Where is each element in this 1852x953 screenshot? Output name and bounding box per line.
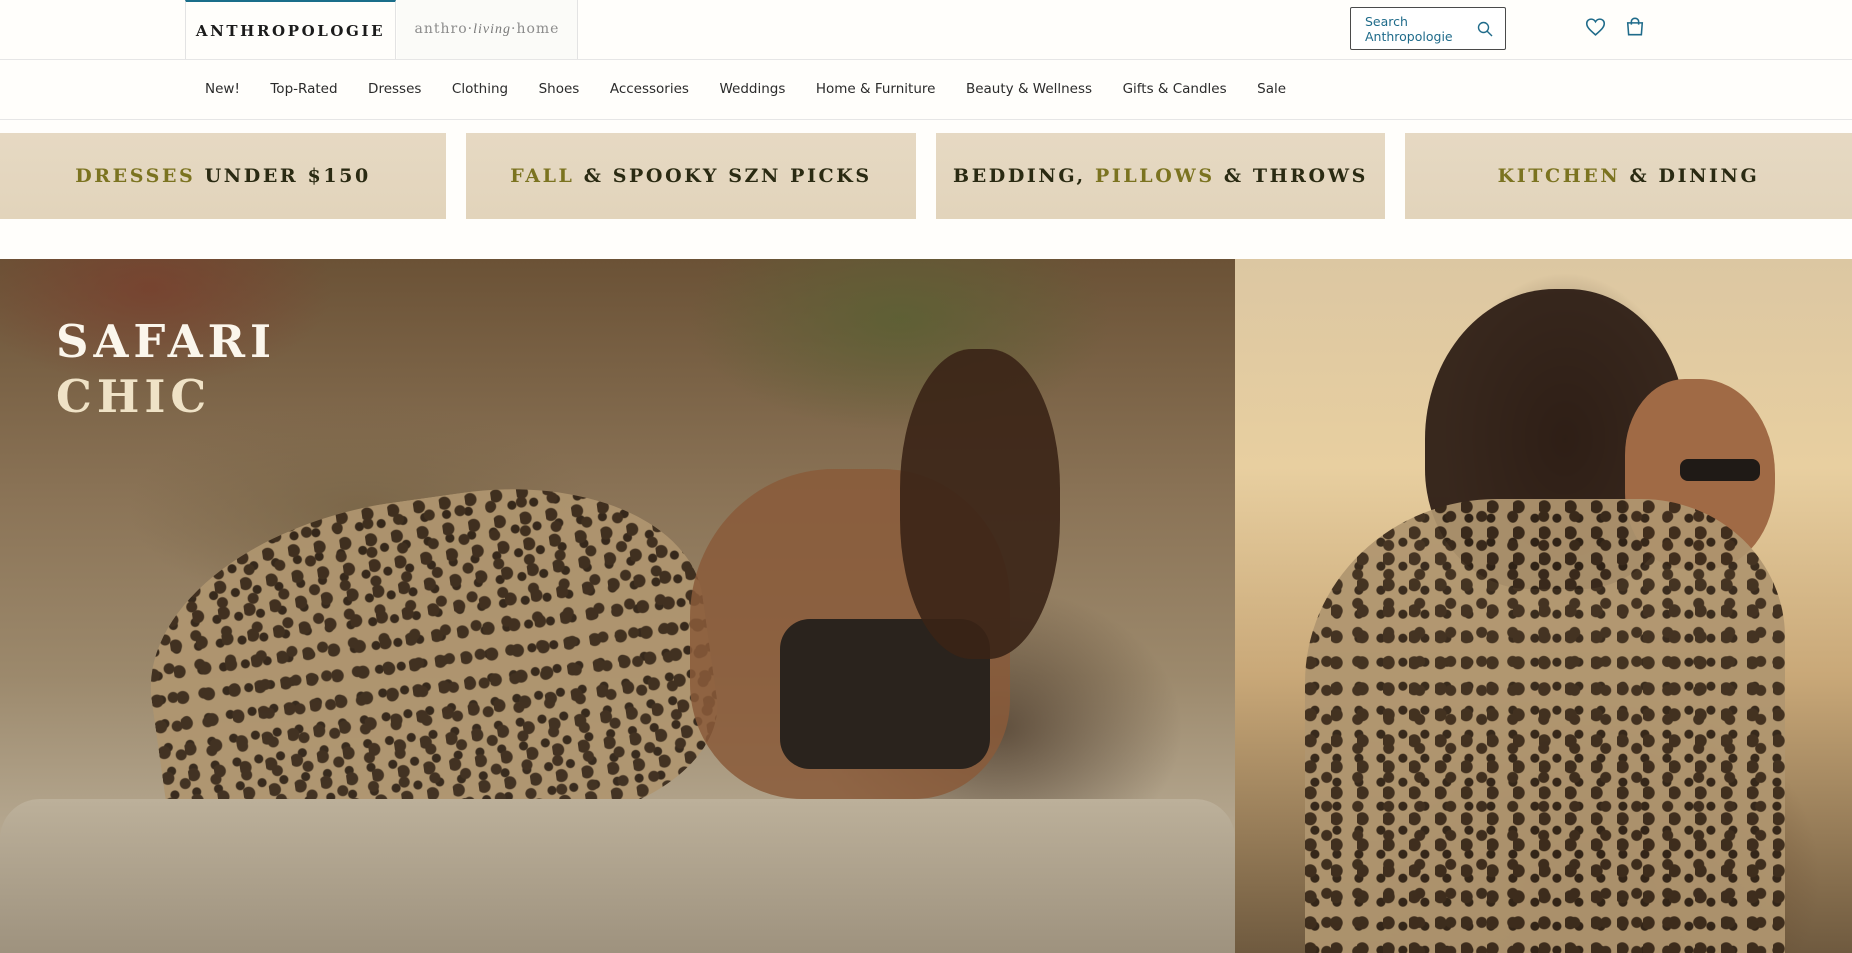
hero-image-right[interactable]	[1235, 259, 1852, 953]
sunglasses-shape	[1680, 459, 1760, 481]
hair-shape	[900, 349, 1060, 659]
nav-item-sale[interactable]: Sale	[1257, 81, 1286, 97]
brand-tab-anthropologie[interactable]: ANTHROPOLOGIE	[185, 0, 396, 59]
search-icon[interactable]	[1477, 21, 1493, 37]
nav-item-shoes[interactable]: Shoes	[539, 81, 580, 97]
top-bar: ANTHROPOLOGIE anthro·living·home Search …	[0, 0, 1852, 60]
leopard-jacket-shape	[1305, 499, 1785, 953]
heart-icon[interactable]	[1585, 17, 1606, 37]
hero-title-line1: SAFARI	[56, 315, 277, 368]
nav-item-top-rated[interactable]: Top-Rated	[270, 81, 337, 97]
brand-logo-anthroliving: anthro·living·home	[414, 21, 560, 37]
nav-item-new[interactable]: New!	[205, 81, 240, 97]
hero-title: SAFARI CHIC	[56, 314, 276, 424]
brand-tab-anthroliving[interactable]: anthro·living·home	[397, 0, 578, 59]
main-nav: New! Top-Rated Dresses Clothing Shoes Ac…	[0, 60, 1852, 120]
hero-title-line2: CHIC	[56, 370, 212, 423]
nav-item-accessories[interactable]: Accessories	[610, 81, 689, 97]
promo-label: DRESSES UNDER $150	[75, 165, 371, 187]
nav-item-beauty-wellness[interactable]: Beauty & Wellness	[966, 81, 1092, 97]
promo-dresses-under-150[interactable]: DRESSES UNDER $150	[0, 133, 446, 219]
brand-logo-anthropologie: ANTHROPOLOGIE	[195, 21, 386, 40]
nav-item-clothing[interactable]: Clothing	[452, 81, 508, 97]
promo-label: BEDDING, PILLOWS & THROWS	[953, 165, 1368, 187]
promo-label: FALL & SPOOKY SZN PICKS	[510, 165, 872, 187]
shopping-bag-icon[interactable]	[1625, 16, 1645, 37]
promo-bedding-pillows-throws[interactable]: BEDDING, PILLOWS & THROWS	[936, 133, 1385, 219]
promo-fall-spooky-picks[interactable]: FALL & SPOOKY SZN PICKS	[466, 133, 916, 219]
search-placeholder: Search Anthropologie	[1365, 13, 1453, 44]
promo-kitchen-dining[interactable]: KITCHEN & DINING	[1405, 133, 1852, 219]
cushion-shape	[0, 799, 1235, 953]
nav-item-home-furniture[interactable]: Home & Furniture	[816, 81, 936, 97]
search-input[interactable]: Search Anthropologie	[1350, 7, 1506, 50]
nav-item-gifts-candles[interactable]: Gifts & Candles	[1123, 81, 1227, 97]
nav-item-dresses[interactable]: Dresses	[368, 81, 421, 97]
nav-list: New! Top-Rated Dresses Clothing Shoes Ac…	[205, 60, 1317, 118]
nav-item-weddings[interactable]: Weddings	[719, 81, 785, 97]
hero-image-left[interactable]: SAFARI CHIC	[0, 259, 1235, 953]
promo-label: KITCHEN & DINING	[1497, 165, 1760, 187]
